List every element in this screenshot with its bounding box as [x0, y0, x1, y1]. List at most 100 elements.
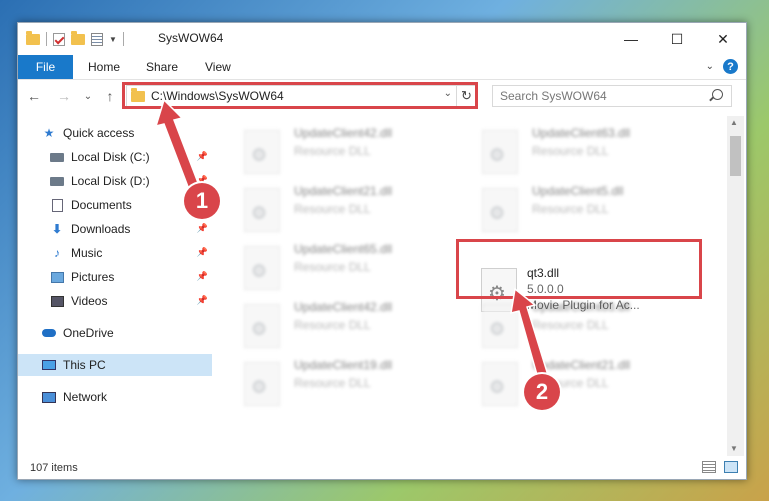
recent-locations-button[interactable]: ⌄	[80, 88, 96, 104]
selected-file-highlight-box	[456, 239, 702, 299]
pictures-icon	[50, 271, 64, 283]
sidebar-item-this-pc[interactable]: This PC	[18, 354, 212, 376]
tab-file[interactable]: File	[18, 55, 73, 79]
large-icons-view-icon[interactable]	[724, 461, 738, 473]
dll-file-icon	[482, 130, 518, 174]
sidebar-item-label: Local Disk (D:)	[71, 174, 150, 188]
sidebar-item-documents[interactable]: Documents 📌	[18, 194, 212, 216]
pin-icon[interactable]: 📌	[197, 247, 208, 258]
list-item[interactable]: UpdateClient42.dll Resource DLL	[232, 120, 462, 174]
file-type: Resource DLL	[532, 144, 609, 158]
sidebar-item-label: Music	[71, 246, 103, 260]
file-name: UpdateClient42.dll	[294, 300, 393, 314]
drive-icon	[50, 152, 64, 162]
sidebar-item-label: Downloads	[71, 222, 131, 236]
file-type: Resource DLL	[532, 202, 609, 216]
details-view-icon[interactable]	[702, 461, 716, 473]
properties-check-icon[interactable]	[53, 32, 65, 46]
window-title: SysWOW64	[158, 31, 224, 45]
sidebar-item-label: Local Disk (C:)	[71, 150, 150, 164]
pc-icon	[42, 360, 56, 370]
sidebar-item-label: OneDrive	[63, 326, 114, 340]
quick-access-toolbar: ▼	[26, 30, 124, 47]
folder-icon[interactable]	[26, 30, 40, 45]
minimize-button[interactable]: —	[608, 23, 654, 55]
sidebar-item-music[interactable]: ♪ Music 📌	[18, 242, 212, 264]
file-name: UpdateClient19.dll	[294, 358, 393, 372]
dll-file-icon	[244, 130, 280, 174]
file-name: UpdateClient21.dll	[294, 184, 393, 198]
forward-button[interactable]: →	[56, 88, 72, 104]
list-item[interactable]: UpdateClient19.dll Resource DLL	[232, 352, 462, 406]
list-item[interactable]: UpdateClient65.dll Resource DLL	[232, 236, 462, 290]
file-type: Resource DLL	[294, 260, 371, 274]
music-icon: ♪	[54, 246, 60, 260]
dll-file-icon	[244, 362, 280, 406]
dll-file-icon	[244, 246, 280, 290]
sidebar-item-onedrive[interactable]: OneDrive	[18, 322, 212, 344]
file-type: Resource DLL	[294, 144, 371, 158]
sidebar-item-network[interactable]: Network	[18, 386, 212, 408]
navigation-bar: ← → ⌄ ↑ C:\Windows\SysWOW64 ⌄ ↻ Search S…	[18, 80, 746, 112]
sidebar-item-label: Documents	[71, 198, 132, 212]
up-button[interactable]: ↑	[102, 88, 118, 104]
list-item[interactable]: UpdateClient63.dll Resource DLL	[470, 120, 700, 174]
sidebar-item-label: Pictures	[71, 270, 115, 284]
document-icon	[51, 198, 63, 212]
search-icon[interactable]	[712, 89, 723, 100]
close-button[interactable]: ✕	[700, 23, 746, 55]
maximize-button[interactable]: ☐	[654, 23, 700, 55]
tab-view[interactable]: View	[205, 55, 231, 79]
star-icon: ★	[43, 126, 55, 140]
customize-toolbar-icon[interactable]: ▼	[109, 35, 117, 44]
drive-icon	[50, 176, 64, 186]
pin-icon[interactable]: 📌	[197, 223, 208, 234]
step-1-badge: 1	[184, 183, 220, 219]
ribbon: File Home Share View ⌄ ?	[18, 55, 746, 80]
sidebar-item-label: This PC	[63, 358, 106, 372]
tab-home[interactable]: Home	[88, 55, 120, 79]
list-item[interactable]: UpdateClient42.dll Resource DLL	[232, 294, 462, 348]
file-type: Resource DLL	[294, 318, 371, 332]
properties-icon[interactable]	[91, 32, 103, 46]
dll-file-icon	[482, 188, 518, 232]
videos-icon	[50, 295, 64, 307]
pin-icon[interactable]: 📌	[197, 271, 208, 282]
scroll-up-icon[interactable]: ▲	[730, 118, 738, 127]
sidebar-item-label: Network	[63, 390, 108, 404]
sidebar-item-label: Videos	[71, 294, 108, 308]
scroll-thumb[interactable]	[730, 136, 741, 176]
arrow-1-icon	[154, 98, 201, 193]
dll-file-icon	[244, 188, 280, 232]
tab-share[interactable]: Share	[146, 55, 178, 79]
sidebar-item-videos[interactable]: Videos 📌	[18, 290, 212, 312]
new-folder-icon[interactable]	[71, 30, 85, 45]
dll-file-icon	[244, 304, 280, 348]
sidebar-item-label: Quick access	[63, 126, 135, 140]
file-name: UpdateClient63.dll	[532, 126, 631, 140]
step-2-badge: 2	[524, 374, 560, 410]
file-type: Resource DLL	[294, 376, 371, 390]
search-input[interactable]: Search SysWOW64	[492, 85, 732, 107]
sidebar-item-pictures[interactable]: Pictures 📌	[18, 266, 212, 288]
title-bar: ▼ SysWOW64 — ☐ ✕	[18, 23, 746, 55]
expand-ribbon-icon[interactable]: ⌄	[706, 61, 714, 72]
status-bar: 107 items	[18, 457, 746, 479]
pin-icon[interactable]: 📌	[197, 295, 208, 306]
scroll-down-icon[interactable]: ▼	[730, 444, 738, 453]
item-count: 107 items	[30, 462, 78, 474]
sidebar-item-downloads[interactable]: ⬇ Downloads 📌	[18, 218, 212, 240]
file-name: UpdateClient5.dll	[532, 184, 624, 198]
list-item[interactable]: UpdateClient5.dll Resource DLL	[470, 178, 700, 232]
onedrive-icon	[42, 329, 56, 337]
list-item[interactable]: UpdateClient21.dll Resource DLL	[232, 178, 462, 232]
file-type: Resource DLL	[294, 202, 371, 216]
network-icon	[42, 391, 56, 403]
download-icon: ⬇	[51, 222, 63, 236]
help-icon[interactable]: ?	[723, 59, 738, 74]
file-name: UpdateClient42.dll	[294, 126, 393, 140]
toolbar-separator	[122, 32, 124, 46]
vertical-scrollbar[interactable]: ▲ ▼	[727, 116, 744, 456]
back-button[interactable]: ←	[26, 88, 42, 104]
file-name: UpdateClient65.dll	[294, 242, 393, 256]
